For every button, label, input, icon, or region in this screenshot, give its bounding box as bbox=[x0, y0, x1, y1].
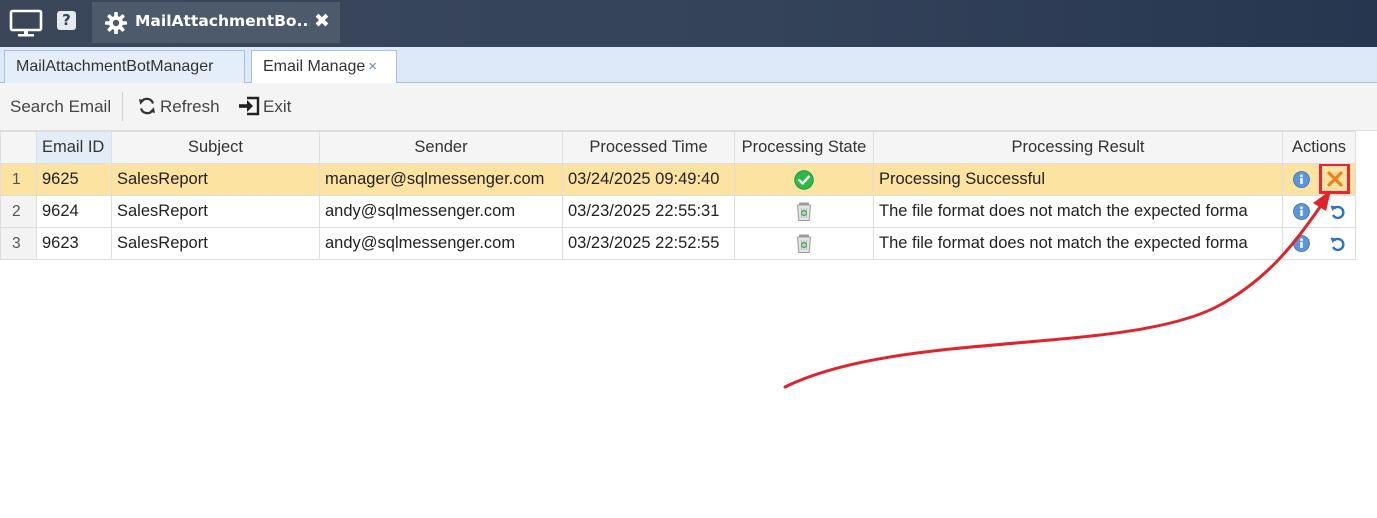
subject-link[interactable]: SalesReport bbox=[111, 195, 320, 228]
sender-cell: andy@sqlmessenger.com bbox=[319, 227, 563, 260]
row-number: 1 bbox=[0, 163, 37, 196]
grid-header-row: Email ID Subject Sender Processed Time P… bbox=[0, 131, 1356, 164]
column-header-actions: Actions bbox=[1282, 131, 1356, 164]
email-id-cell: 9625 bbox=[36, 163, 112, 196]
search-email-label: Search Email bbox=[10, 97, 112, 116]
processing-state-cell bbox=[734, 195, 874, 228]
recycle-bin-icon bbox=[796, 234, 812, 253]
info-icon[interactable] bbox=[1293, 203, 1310, 221]
email-id-cell: 9623 bbox=[36, 227, 112, 260]
processed-time-cell: 03/24/2025 09:49:40 bbox=[562, 163, 735, 196]
sender-cell: andy@sqlmessenger.com bbox=[319, 195, 563, 228]
actions-cell bbox=[1282, 195, 1356, 228]
close-icon[interactable]: ✖ bbox=[313, 10, 331, 32]
toolbar-divider bbox=[122, 92, 123, 121]
processed-time-cell: 03/23/2025 22:52:55 bbox=[562, 227, 735, 260]
actions-cell bbox=[1282, 163, 1356, 196]
delete-button[interactable] bbox=[1319, 164, 1350, 194]
email-id-cell: 9624 bbox=[36, 195, 112, 228]
column-header-subject[interactable]: Subject bbox=[111, 131, 320, 164]
email-grid: Email ID Subject Sender Processed Time P… bbox=[0, 131, 1356, 260]
column-header-processed-time[interactable]: Processed Time bbox=[562, 131, 735, 164]
refresh-button[interactable]: Refresh bbox=[137, 96, 220, 118]
help-icon[interactable]: ? bbox=[57, 11, 76, 30]
row-number: 3 bbox=[0, 227, 37, 260]
tab-mailattachmentbotmanager[interactable]: MailAttachmentBotManager bbox=[4, 50, 245, 83]
tab-close-icon[interactable]: × bbox=[368, 58, 377, 75]
app-window: ? MailAttachmentBo... ✖ MailAttachmentBo… bbox=[0, 0, 1377, 518]
processed-time-cell: 03/23/2025 22:55:31 bbox=[562, 195, 735, 228]
delete-x-icon bbox=[1326, 171, 1343, 187]
table-row[interactable]: 1 9625 SalesReport manager@sqlmessenger.… bbox=[0, 163, 1356, 196]
exit-icon bbox=[239, 96, 260, 116]
refresh-icon bbox=[139, 97, 155, 115]
recycle-bin-icon bbox=[796, 202, 812, 221]
row-number: 2 bbox=[0, 195, 37, 228]
monitor-icon[interactable] bbox=[9, 9, 43, 37]
column-header-sender[interactable]: Sender bbox=[319, 131, 563, 164]
info-icon[interactable] bbox=[1293, 171, 1310, 188]
processing-result-cell: Processing Successful bbox=[873, 163, 1283, 196]
row-number-header bbox=[0, 131, 37, 164]
processing-state-cell bbox=[734, 163, 874, 196]
actions-cell bbox=[1282, 227, 1356, 260]
search-email-button[interactable]: Search Email bbox=[10, 96, 111, 118]
subject-link[interactable]: SalesReport bbox=[111, 163, 320, 196]
gear-icon bbox=[105, 12, 127, 34]
column-header-processing-result[interactable]: Processing Result bbox=[873, 131, 1283, 164]
processing-result-cell: The file format does not match the expec… bbox=[873, 195, 1283, 228]
document-tab-strip: MailAttachmentBotManager Email Manage × bbox=[0, 47, 1377, 84]
info-icon[interactable] bbox=[1293, 235, 1310, 253]
toolbar: Search Email Refresh Exit bbox=[0, 83, 1377, 131]
success-check-icon bbox=[794, 169, 814, 190]
app-tab-title: MailAttachmentBo... bbox=[135, 12, 310, 30]
tab-label: MailAttachmentBotManager bbox=[16, 58, 214, 75]
refresh-label: Refresh bbox=[160, 97, 220, 116]
tab-label: Email Manage bbox=[263, 58, 366, 75]
title-bar: ? MailAttachmentBo... ✖ bbox=[0, 0, 1377, 47]
exit-label: Exit bbox=[263, 97, 292, 116]
exit-button[interactable]: Exit bbox=[238, 96, 291, 118]
table-row[interactable]: 2 9624 SalesReport andy@sqlmessenger.com… bbox=[0, 195, 1356, 228]
sender-cell: manager@sqlmessenger.com bbox=[319, 163, 563, 196]
retry-icon[interactable] bbox=[1329, 235, 1347, 253]
processing-state-cell bbox=[734, 227, 874, 260]
subject-link[interactable]: SalesReport bbox=[111, 227, 320, 260]
column-header-processing-state[interactable]: Processing State bbox=[734, 131, 874, 164]
app-tab[interactable]: MailAttachmentBo... ✖ bbox=[92, 2, 340, 43]
column-header-email-id[interactable]: Email ID bbox=[36, 131, 112, 164]
retry-icon[interactable] bbox=[1329, 203, 1347, 221]
processing-result-cell: The file format does not match the expec… bbox=[873, 227, 1283, 260]
table-row[interactable]: 3 9623 SalesReport andy@sqlmessenger.com… bbox=[0, 227, 1356, 260]
tab-email-manage[interactable]: Email Manage × bbox=[251, 50, 397, 84]
